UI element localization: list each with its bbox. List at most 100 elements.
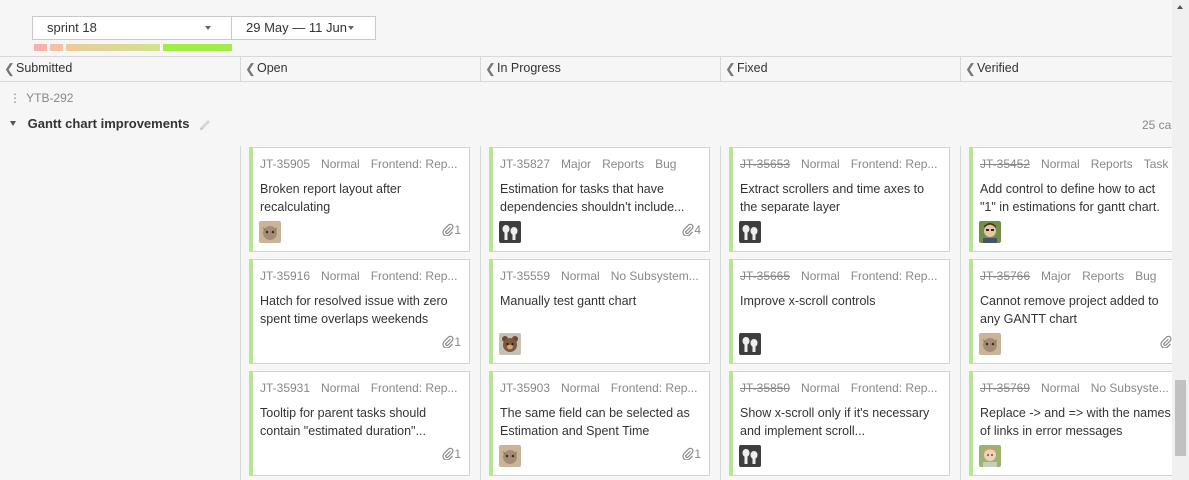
chevron-left-icon[interactable]: ❮: [485, 57, 496, 80]
subsystem-field[interactable]: Reports: [602, 157, 644, 171]
issue-card[interactable]: JT-35931 Normal Frontend: Rep... Tooltip fo…: [249, 371, 470, 476]
issue-id[interactable]: JT-35653: [740, 157, 790, 171]
priority-field[interactable]: Normal: [321, 157, 360, 171]
issue-summary[interactable]: Show x-scroll only if it's necessary and…: [740, 404, 943, 440]
issue-card[interactable]: JT-35653 Normal Frontend: Rep... Extract sc…: [729, 147, 950, 252]
issue-card[interactable]: JT-35665 Normal Frontend: Rep... Improve x-…: [729, 259, 950, 364]
subsystem-field[interactable]: Frontend: Rep...: [371, 269, 458, 283]
attachment-count[interactable]: 1: [442, 335, 461, 349]
paperclip-icon: [682, 447, 694, 461]
attachment-count[interactable]: 4: [682, 223, 701, 237]
issue-card[interactable]: JT-35559 Normal No Subsystem... Manually te…: [489, 259, 710, 364]
issue-summary[interactable]: Tooltip for parent tasks should contain …: [260, 404, 463, 440]
drag-handle-icon[interactable]: ⋮: [9, 91, 21, 105]
issue-id[interactable]: JT-35827: [500, 157, 550, 171]
type-field[interactable]: Bug: [1135, 269, 1156, 283]
priority-field[interactable]: Normal: [801, 381, 840, 395]
type-field[interactable]: Bug: [655, 157, 676, 171]
issue-card[interactable]: JT-35769 Normal No Subsyste... Replace -> a…: [969, 371, 1172, 476]
issue-summary[interactable]: Extract scrollers and time axes to the s…: [740, 180, 943, 216]
assignee-avatar[interactable]: [739, 333, 761, 355]
priority-field[interactable]: Major: [1041, 269, 1071, 283]
column-header-in-progress[interactable]: ❮ In Progress: [480, 57, 720, 81]
pencil-icon[interactable]: [198, 118, 212, 132]
column-header-submitted[interactable]: ❮ Submitted: [0, 57, 240, 81]
issue-id[interactable]: JT-35559: [500, 269, 550, 283]
priority-field[interactable]: Normal: [1041, 381, 1080, 395]
subsystem-field[interactable]: Frontend: Rep...: [611, 381, 698, 395]
swimlane-id[interactable]: YTB-292: [26, 91, 73, 105]
subsystem-field[interactable]: Frontend: Rep...: [371, 381, 458, 395]
subsystem-field[interactable]: Frontend: Rep...: [371, 157, 458, 171]
assignee-avatar[interactable]: [739, 445, 761, 467]
issue-id[interactable]: JT-35916: [260, 269, 310, 283]
issue-summary[interactable]: Manually test gantt chart: [500, 292, 703, 310]
assignee-avatar[interactable]: [979, 221, 1001, 243]
column-header-open[interactable]: ❮ Open: [240, 57, 480, 81]
issue-id[interactable]: JT-35905: [260, 157, 310, 171]
priority-field[interactable]: Normal: [561, 269, 600, 283]
issue-summary[interactable]: Broken report layout after recalculating: [260, 180, 463, 216]
subsystem-field[interactable]: Frontend: Rep...: [851, 269, 938, 283]
issue-id[interactable]: JT-35452: [980, 157, 1030, 171]
issue-id[interactable]: JT-35766: [980, 269, 1030, 283]
attachment-count[interactable]: 1: [442, 447, 461, 461]
column-header-verified[interactable]: ❮ Verified: [960, 57, 1172, 81]
issue-card[interactable]: JT-35916 Normal Frontend: Rep... Hatch for …: [249, 259, 470, 364]
assignee-avatar[interactable]: [499, 333, 521, 355]
issue-summary[interactable]: Replace -> and => with the names of link…: [980, 404, 1172, 440]
priority-field[interactable]: Normal: [321, 381, 360, 395]
vertical-scrollbar[interactable]: [1172, 0, 1189, 480]
assignee-avatar[interactable]: [499, 445, 521, 467]
issue-summary[interactable]: Improve x-scroll controls: [740, 292, 943, 310]
subsystem-field[interactable]: No Subsyste...: [1091, 381, 1169, 395]
issue-id[interactable]: JT-35931: [260, 381, 310, 395]
issue-card[interactable]: JT-35766 Major Reports Bug Cannot remove pro…: [969, 259, 1172, 364]
subsystem-field[interactable]: No Subsystem...: [611, 269, 699, 283]
priority-field[interactable]: Normal: [561, 381, 600, 395]
priority-field[interactable]: Normal: [801, 269, 840, 283]
date-range-select[interactable]: 29 May — 11 Jun: [231, 16, 376, 40]
issue-summary[interactable]: Add control to define how to act "1" in …: [980, 180, 1172, 216]
attachment-count[interactable]: [1160, 335, 1172, 349]
subsystem-field[interactable]: Reports: [1082, 269, 1124, 283]
swimlane-header[interactable]: Gantt chart improvements: [10, 116, 189, 131]
issue-id[interactable]: JT-35903: [500, 381, 550, 395]
issue-id[interactable]: JT-35665: [740, 269, 790, 283]
issue-card[interactable]: JT-35827 Major Reports Bug Estimation for ta…: [489, 147, 710, 252]
issue-card[interactable]: JT-35905 Normal Frontend: Rep... Broken rep…: [249, 147, 470, 252]
issue-card[interactable]: JT-35903 Normal Frontend: Rep... The same f…: [489, 371, 710, 476]
issue-summary[interactable]: Cannot remove project added to any GANTT…: [980, 292, 1172, 328]
assignee-avatar[interactable]: [979, 445, 1001, 467]
issue-id[interactable]: JT-35850: [740, 381, 790, 395]
attachment-count[interactable]: 1: [442, 223, 461, 237]
subsystem-field[interactable]: Frontend: Rep...: [851, 157, 938, 171]
chevron-left-icon[interactable]: ❮: [725, 57, 736, 80]
priority-field[interactable]: Normal: [801, 157, 840, 171]
chevron-left-icon[interactable]: ❮: [4, 57, 15, 80]
issue-summary[interactable]: Estimation for tasks that have dependenc…: [500, 180, 703, 216]
chevron-left-icon[interactable]: ❮: [245, 57, 256, 80]
priority-field[interactable]: Normal: [321, 269, 360, 283]
scroll-up-arrow-icon[interactable]: [1177, 5, 1183, 9]
sprint-select[interactable]: sprint 18: [32, 16, 232, 40]
assignee-avatar[interactable]: [259, 221, 281, 243]
attachment-count[interactable]: 1: [682, 447, 701, 461]
priority-field[interactable]: Major: [561, 157, 591, 171]
issue-summary[interactable]: Hatch for resolved issue with zero spent…: [260, 292, 463, 328]
issue-card[interactable]: JT-35452 Normal Reports Task Add control to …: [969, 147, 1172, 252]
issue-card[interactable]: JT-35850 Normal Frontend: Rep... Show x-scr…: [729, 371, 950, 476]
subsystem-field[interactable]: Reports: [1091, 157, 1133, 171]
type-field[interactable]: Task: [1144, 157, 1169, 171]
subsystem-field[interactable]: Frontend: Rep...: [851, 381, 938, 395]
chevron-left-icon[interactable]: ❮: [965, 57, 976, 80]
assignee-avatar[interactable]: [739, 221, 761, 243]
assignee-avatar[interactable]: [499, 221, 521, 243]
issue-id[interactable]: JT-35769: [980, 381, 1030, 395]
scrollbar-thumb[interactable]: [1175, 380, 1186, 456]
column-header-fixed[interactable]: ❮ Fixed: [720, 57, 960, 81]
priority-field[interactable]: Normal: [1041, 157, 1080, 171]
assignee-avatar[interactable]: [979, 333, 1001, 355]
collapse-triangle-icon[interactable]: [10, 121, 16, 126]
issue-summary[interactable]: The same field can be selected as Estima…: [500, 404, 703, 440]
